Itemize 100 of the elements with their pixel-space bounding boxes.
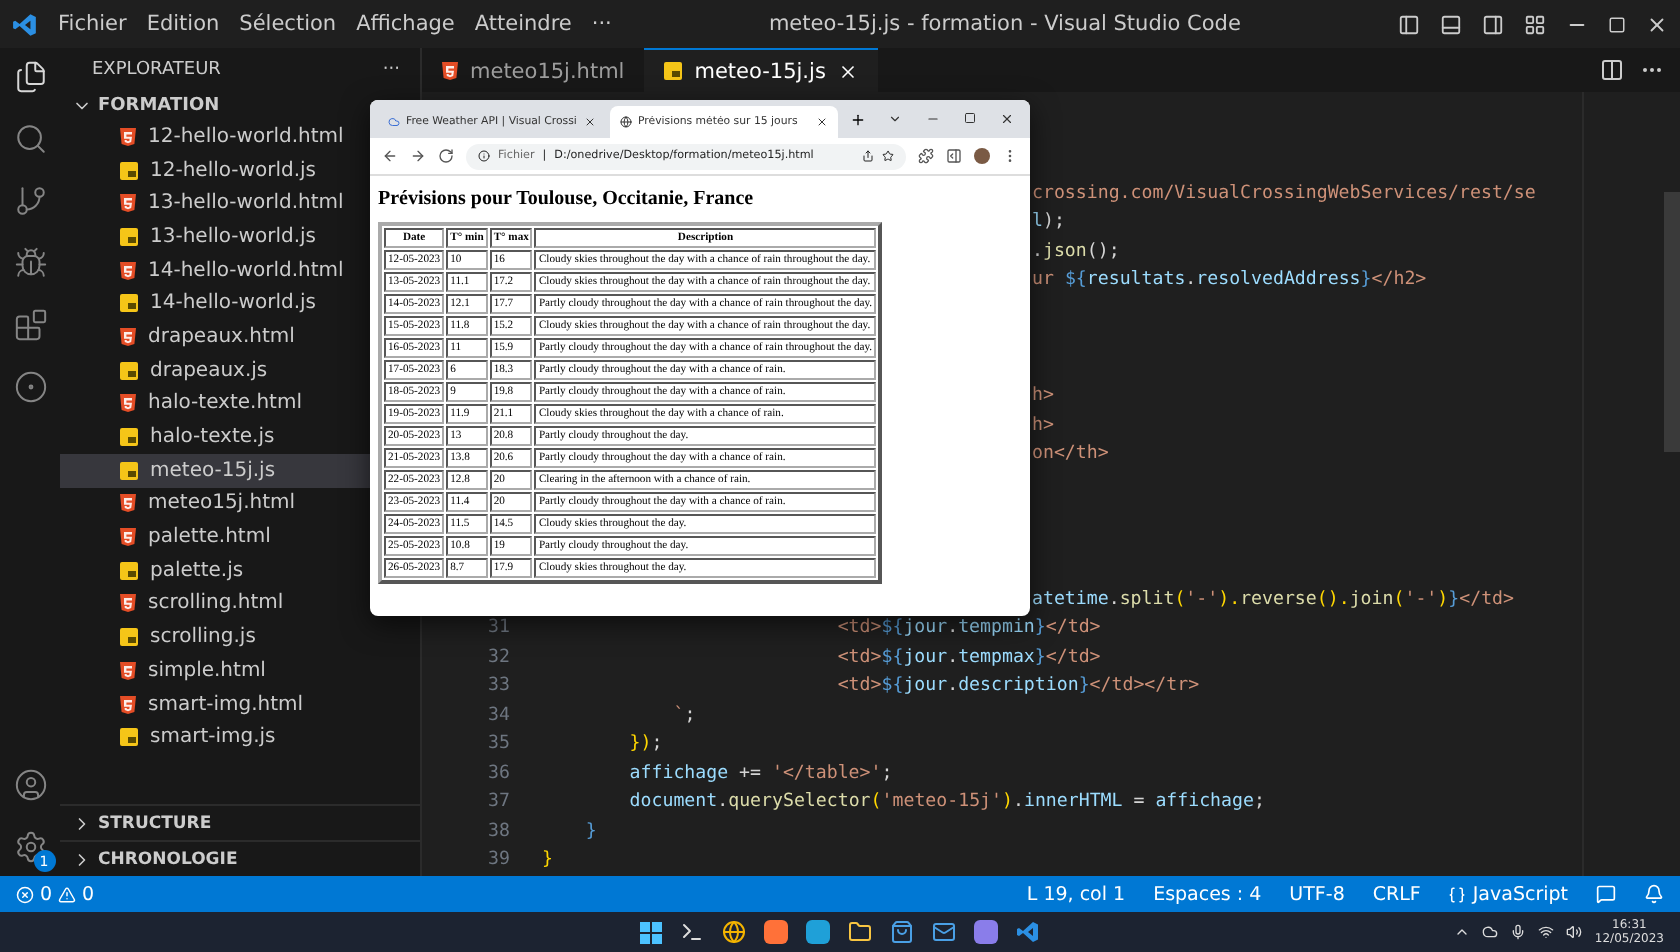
file-item[interactable]: smart-img.js	[60, 720, 370, 755]
file-item[interactable]: 12-hello-world.html	[60, 120, 370, 154]
settings-icon[interactable]	[13, 830, 47, 864]
status-item[interactable]: Espaces : 4	[1153, 883, 1262, 905]
split-editor-icon[interactable]	[1600, 58, 1624, 82]
file-item[interactable]: meteo-15j.js	[60, 453, 370, 488]
file-name: simple.html	[148, 659, 266, 682]
file-item[interactable]: scrolling.html	[60, 587, 370, 621]
close-tab-icon[interactable]	[837, 61, 858, 81]
tab-search-icon[interactable]	[888, 112, 902, 126]
menu-item[interactable]: Atteindre	[474, 12, 572, 36]
extensions-icon[interactable]	[918, 148, 934, 164]
code-line: document.querySelector('meteo-15j').innerHTML = affichage;	[627, 792, 1265, 813]
folder-icon[interactable]	[848, 920, 872, 944]
status-item[interactable]: CRLF	[1372, 883, 1421, 905]
line-number: 32	[486, 647, 512, 668]
chevron-up-icon[interactable]	[1454, 924, 1471, 940]
feedback-icon[interactable]	[1596, 884, 1616, 904]
file-item[interactable]: 13-hello-world.js	[60, 220, 370, 254]
line-number: 35	[486, 734, 512, 755]
forward-icon[interactable]	[410, 148, 426, 164]
close-tab-icon[interactable]	[816, 116, 828, 128]
toggle-secondary-sidebar-icon[interactable]	[1482, 13, 1504, 35]
line-number: 36	[486, 763, 512, 784]
side-panel-icon[interactable]	[946, 148, 962, 164]
braces-icon	[1448, 885, 1467, 903]
account-icon[interactable]	[13, 768, 47, 802]
file-name: smart-img.js	[150, 726, 276, 749]
menu-item[interactable]: Edition	[146, 12, 220, 36]
notifications-icon[interactable]	[1644, 884, 1664, 904]
windows-start-icon[interactable]	[640, 921, 662, 943]
share-icon[interactable]	[862, 150, 874, 162]
volume-icon[interactable]	[1566, 924, 1583, 940]
file-item[interactable]: scrolling.js	[60, 620, 370, 654]
bookmark-icon[interactable]	[882, 150, 894, 162]
js-file-icon	[120, 294, 138, 313]
html-file-icon	[442, 62, 458, 80]
new-tab-icon[interactable]	[850, 111, 866, 127]
source-control-icon[interactable]	[13, 184, 47, 218]
file-item[interactable]: drapeaux.js	[60, 353, 370, 387]
cloud-icon[interactable]	[1482, 924, 1499, 940]
file-item[interactable]: palette.js	[60, 553, 370, 588]
mail-icon[interactable]	[932, 920, 956, 944]
file-item[interactable]: halo-texte.html	[60, 387, 370, 421]
explorer-icon[interactable]	[13, 60, 47, 94]
terminal-icon[interactable]	[680, 920, 704, 944]
section-title: STRUCTURE	[98, 813, 212, 833]
section-header[interactable]: STRUCTURE	[60, 804, 420, 840]
status-item[interactable]: UTF-8	[1289, 883, 1345, 905]
profile-avatar[interactable]	[974, 148, 990, 164]
file-item[interactable]: drapeaux.html	[60, 320, 370, 354]
search-icon[interactable]	[13, 122, 47, 156]
file-item[interactable]: 14-hello-world.html	[60, 253, 370, 287]
extensions-icon[interactable]	[13, 308, 47, 342]
status-item[interactable]: L 19, col 1	[1026, 883, 1126, 905]
code-line: h>	[1032, 415, 1054, 436]
warning-icon	[58, 885, 77, 903]
back-icon[interactable]	[382, 148, 398, 164]
reload-icon[interactable]	[438, 148, 454, 164]
run-debug-icon[interactable]	[13, 246, 47, 280]
js-file-icon	[120, 361, 138, 380]
file-item[interactable]: palette.html	[60, 520, 370, 554]
circle-dot-icon[interactable]	[13, 370, 47, 404]
store-icon[interactable]	[890, 920, 914, 944]
app-icon[interactable]	[974, 920, 998, 944]
close-icon[interactable]	[1646, 13, 1668, 35]
layout-icon[interactable]	[1524, 13, 1546, 35]
scrollbar-thumb[interactable]	[1664, 192, 1680, 452]
status-item[interactable]: JavaScript	[1448, 883, 1568, 905]
microphone-icon[interactable]	[1510, 924, 1527, 940]
globe-icon	[620, 116, 632, 128]
menu-item[interactable]: ···	[591, 12, 612, 36]
file-name: halo-texte.js	[150, 426, 275, 449]
file-item[interactable]: simple.html	[60, 654, 370, 688]
maximize-icon[interactable]	[964, 112, 976, 124]
more-actions-button[interactable]: ···	[382, 60, 400, 80]
file-item[interactable]: meteo15j.html	[60, 487, 370, 521]
js-file-icon	[120, 428, 138, 447]
wifi-icon[interactable]	[1538, 924, 1555, 940]
code-line: h>	[1032, 386, 1054, 407]
file-item[interactable]: halo-texte.js	[60, 420, 370, 454]
menu-item[interactable]: Fichier	[58, 12, 127, 36]
toggle-panel-icon[interactable]	[1440, 13, 1462, 35]
close-icon[interactable]	[1000, 112, 1014, 126]
js-file-icon	[120, 461, 138, 480]
menu-item[interactable]: Sélection	[239, 12, 337, 36]
file-item[interactable]: 12-hello-world.js	[60, 153, 370, 187]
html-file-icon	[120, 327, 136, 346]
folder-name[interactable]: FORMATION	[98, 96, 220, 116]
problems-status[interactable]: 0 0	[16, 883, 95, 905]
code-line: l);	[1032, 212, 1065, 233]
close-tab-icon[interactable]	[584, 116, 596, 128]
toggle-sidebar-icon[interactable]	[1398, 13, 1420, 35]
file-item[interactable]: 14-hello-world.js	[60, 286, 370, 321]
file-item[interactable]: 13-hello-world.html	[60, 186, 370, 221]
editor-tab[interactable]: meteo-15j.js	[644, 48, 878, 92]
menu-item[interactable]: Affichage	[356, 12, 455, 36]
file-item[interactable]: smart-img.html	[60, 687, 370, 721]
html-file-icon	[120, 661, 136, 680]
code-editor-icon[interactable]	[1016, 920, 1040, 944]
